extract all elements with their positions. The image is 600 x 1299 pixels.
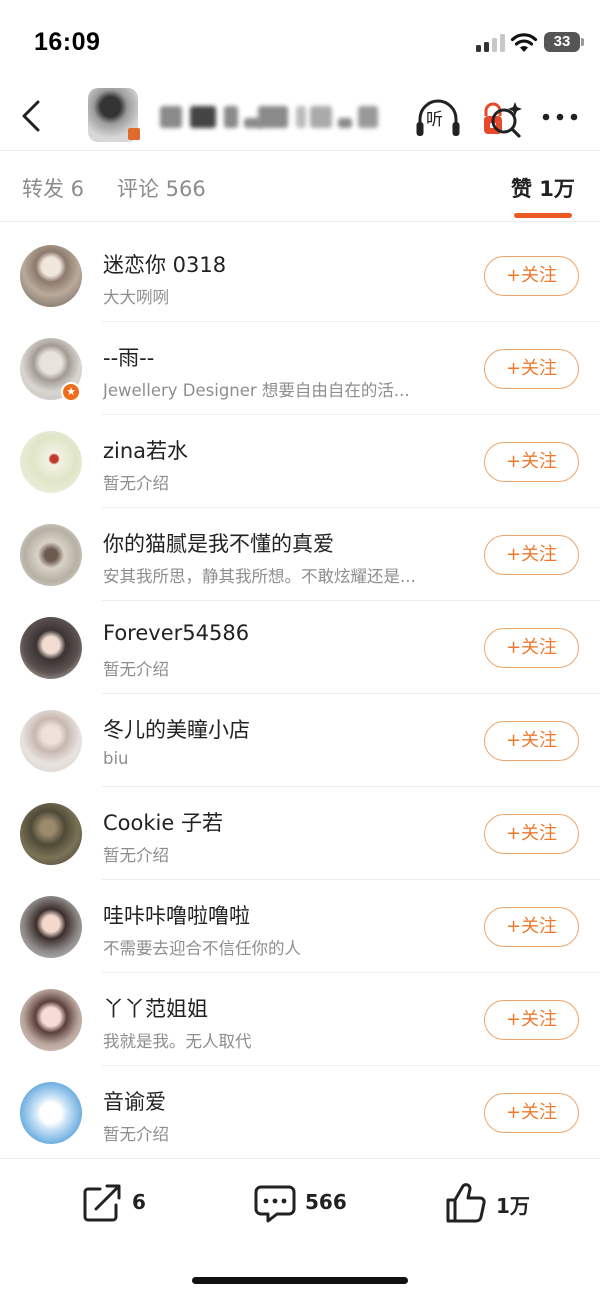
- listen-label: 听: [426, 110, 443, 130]
- like-button[interactable]: 1万: [444, 1181, 544, 1225]
- user-name[interactable]: 冬儿的美瞳小店: [103, 714, 250, 744]
- user-description: 暂无介绍: [103, 1125, 169, 1144]
- follow-button[interactable]: +关注: [484, 256, 579, 296]
- avatar[interactable]: [20, 524, 82, 586]
- follow-button[interactable]: +关注: [484, 628, 579, 668]
- tab-bar: 转发 6 评论 566 赞 1万: [0, 150, 600, 222]
- repost-count: 6: [132, 1190, 146, 1214]
- user-name[interactable]: 音谕爱: [103, 1086, 166, 1116]
- bottom-action-bar: 6 566 1万: [0, 1158, 600, 1248]
- user-description: 我就是我。无人取代: [103, 1032, 252, 1051]
- user-name[interactable]: 你的猫腻是我不懂的真爱: [103, 528, 334, 558]
- tab-reposts[interactable]: 转发 6: [22, 173, 84, 203]
- user-name[interactable]: 哇咔咔噜啦噜啦: [103, 900, 250, 930]
- user-name[interactable]: 迷恋你 0318: [103, 249, 226, 279]
- list-item[interactable]: 音谕爱 暂无介绍 +关注: [0, 1066, 600, 1159]
- avatar[interactable]: [20, 1082, 82, 1144]
- follow-button[interactable]: +关注: [484, 1093, 579, 1133]
- list-item[interactable]: Cookie 子若 暂无介绍 +关注: [0, 787, 600, 880]
- list-item[interactable]: 丫丫范姐姐 我就是我。无人取代 +关注: [0, 973, 600, 1066]
- status-time: 16:09: [34, 28, 101, 56]
- comment-count: 566: [305, 1190, 347, 1214]
- user-name[interactable]: Cookie 子若: [103, 807, 223, 837]
- follow-button[interactable]: +关注: [484, 1000, 579, 1040]
- user-description: Jewellery Designer 想要自由自在的活...: [103, 381, 410, 400]
- follow-button[interactable]: +关注: [484, 721, 579, 761]
- home-indicator: [192, 1277, 408, 1284]
- avatar[interactable]: [20, 896, 82, 958]
- list-item[interactable]: 哇咔咔噜啦噜啦 不需要去迎合不信任你的人 +关注: [0, 880, 600, 973]
- avatar[interactable]: [20, 431, 82, 493]
- follow-button[interactable]: +关注: [484, 907, 579, 947]
- active-tab-indicator: [514, 213, 572, 218]
- follow-button[interactable]: +关注: [484, 814, 579, 854]
- list-item[interactable]: 你的猫腻是我不懂的真爱 安其我所思，静其我所想。不敢炫耀还是... +关注: [0, 508, 600, 601]
- tab-comments[interactable]: 评论 566: [117, 173, 206, 203]
- back-button[interactable]: [14, 96, 48, 136]
- like-count: 1万: [496, 1194, 530, 1218]
- user-description: 安其我所思，静其我所想。不敢炫耀还是...: [103, 567, 416, 586]
- repost-button[interactable]: 6: [80, 1181, 160, 1225]
- user-name[interactable]: zina若水: [103, 435, 188, 465]
- avatar[interactable]: [20, 989, 82, 1051]
- tab-likes[interactable]: 赞 1万: [511, 173, 575, 203]
- verified-badge-icon: [128, 128, 140, 140]
- ai-assistant-icon[interactable]: [480, 96, 524, 142]
- repost-icon: [83, 1184, 121, 1222]
- author-avatar[interactable]: [88, 88, 140, 142]
- user-description: biu: [103, 749, 129, 768]
- list-item[interactable]: Forever54586 暂无介绍 +关注: [0, 601, 600, 694]
- user-name[interactable]: 丫丫范姐姐: [103, 993, 208, 1023]
- signal-icon: [476, 34, 506, 52]
- list-item[interactable]: 迷恋你 0318 大大咧咧 +关注: [0, 229, 600, 322]
- more-options-icon[interactable]: [538, 100, 582, 134]
- user-name[interactable]: Forever54586: [103, 621, 249, 645]
- user-description: 暂无介绍: [103, 474, 169, 493]
- avatar[interactable]: [20, 617, 82, 679]
- verified-badge-icon: ★: [61, 382, 81, 402]
- author-name-blurred[interactable]: [160, 106, 380, 130]
- avatar[interactable]: [20, 245, 82, 307]
- follow-button[interactable]: +关注: [484, 535, 579, 575]
- avatar[interactable]: [20, 710, 82, 772]
- follow-button[interactable]: +关注: [484, 349, 579, 389]
- wifi-icon: [510, 33, 538, 52]
- list-item[interactable]: ★ --雨-- Jewellery Designer 想要自由自在的活... +…: [0, 322, 600, 415]
- user-description: 不需要去迎合不信任你的人: [103, 939, 301, 958]
- follow-button[interactable]: +关注: [484, 442, 579, 482]
- list-item[interactable]: zina若水 暂无介绍 +关注: [0, 415, 600, 508]
- thumbs-up-icon: [446, 1183, 486, 1223]
- user-description: 大大咧咧: [103, 288, 169, 307]
- comment-button[interactable]: 566: [253, 1181, 363, 1225]
- nav-bar: 听: [0, 88, 600, 150]
- user-description: 暂无介绍: [103, 846, 169, 865]
- status-bar: 16:09 33: [0, 0, 600, 88]
- listen-button[interactable]: 听: [414, 96, 462, 142]
- user-name[interactable]: --雨--: [103, 342, 154, 372]
- battery-indicator: 33: [544, 32, 584, 52]
- avatar[interactable]: [20, 803, 82, 865]
- user-description: 暂无介绍: [103, 660, 169, 679]
- list-item[interactable]: 冬儿的美瞳小店 biu +关注: [0, 694, 600, 787]
- comment-icon: [254, 1185, 296, 1223]
